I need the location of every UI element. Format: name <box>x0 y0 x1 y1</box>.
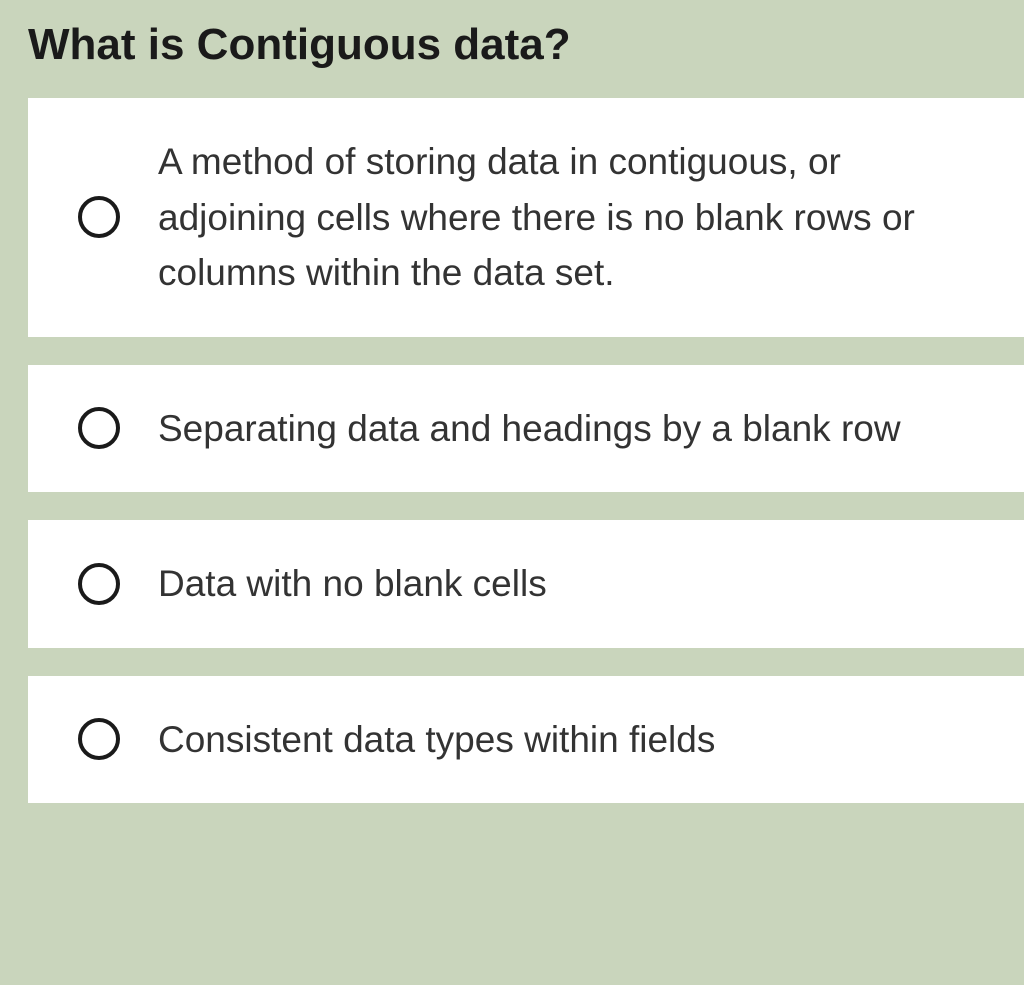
radio-icon <box>78 196 120 238</box>
option-1[interactable]: A method of storing data in contiguous, … <box>28 98 1024 337</box>
options-list: A method of storing data in contiguous, … <box>0 98 1024 803</box>
radio-icon <box>78 563 120 605</box>
quiz-container: What is Contiguous data? A method of sto… <box>0 0 1024 803</box>
radio-icon <box>78 718 120 760</box>
option-4[interactable]: Consistent data types within fields <box>28 676 1024 804</box>
option-2[interactable]: Separating data and headings by a blank … <box>28 365 1024 493</box>
option-label: Separating data and headings by a blank … <box>158 401 901 457</box>
question-title: What is Contiguous data? <box>0 0 1024 98</box>
option-label: Consistent data types within fields <box>158 712 715 768</box>
option-3[interactable]: Data with no blank cells <box>28 520 1024 648</box>
option-label: A method of storing data in contiguous, … <box>158 134 984 301</box>
radio-icon <box>78 407 120 449</box>
option-label: Data with no blank cells <box>158 556 547 612</box>
